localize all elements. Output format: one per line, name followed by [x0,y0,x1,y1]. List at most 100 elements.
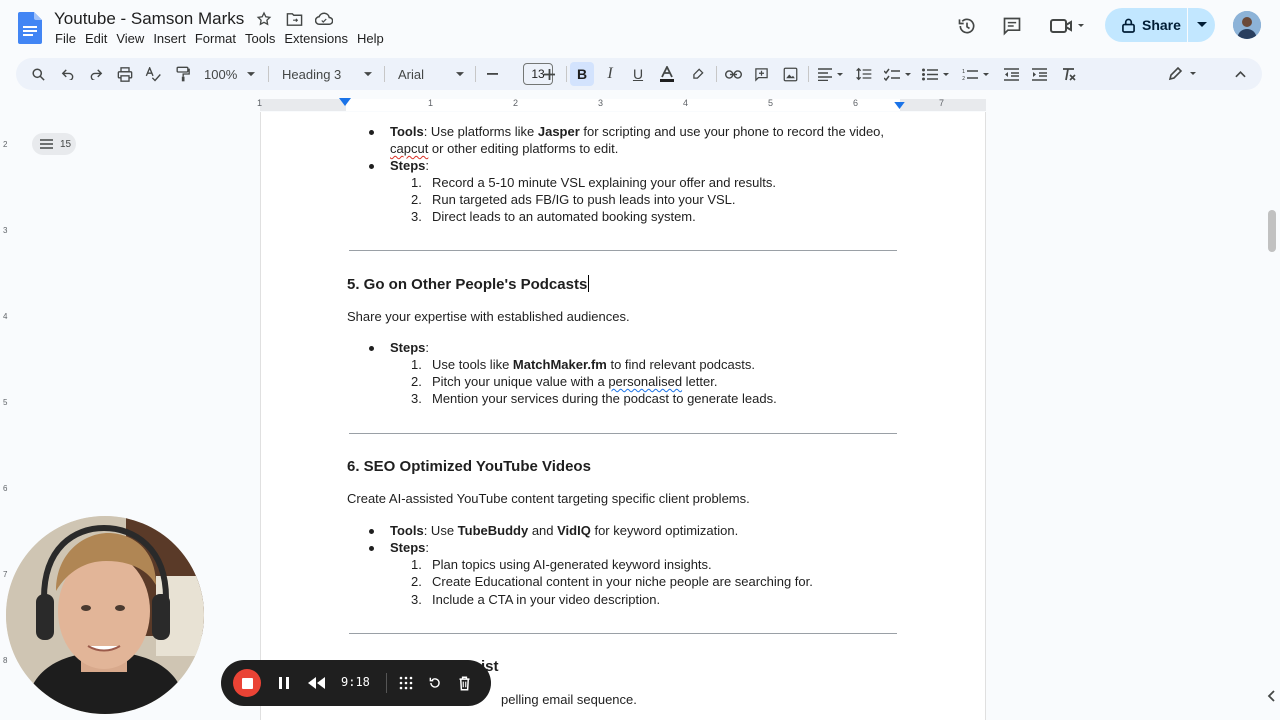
numbered-item: 1. [411,357,422,372]
menu-format[interactable]: Format [195,31,243,46]
highlight-color-icon[interactable] [688,62,708,86]
numbered-item-text: Create Educational content in your niche… [432,574,813,589]
horizontal-rule [349,433,897,434]
numbered-item-text: Run targeted ads FB/IG to push leads int… [432,192,736,207]
side-panel-toggle-icon[interactable] [1262,684,1280,708]
meet-icon[interactable] [1048,14,1088,38]
bold-icon[interactable]: B [570,62,594,86]
right-indent-marker-icon[interactable] [894,102,905,109]
zoom-dropdown[interactable]: 100% [204,62,260,86]
comments-icon[interactable] [1000,14,1024,38]
paragraph: Share your expertise with established au… [347,309,630,324]
document-page[interactable]: Tools: Use platforms like Jasper for scr… [260,112,986,720]
restart-icon[interactable] [424,672,446,694]
font-value: Arial [398,66,425,82]
document-outline-button[interactable]: 15 [32,133,76,155]
text-color-icon[interactable] [657,62,677,86]
section-heading: 6. SEO Optimized YouTube Videos [347,458,591,475]
numbered-item: 1. [411,175,422,190]
svg-text:1: 1 [962,69,965,75]
menu-edit[interactable]: Edit [85,31,114,46]
editing-mode-icon[interactable] [1166,62,1200,86]
list-item: Steps: [368,340,430,355]
recording-timer: 9:18 [341,675,370,689]
numbered-item-text: Plan topics using AI-generated keyword i… [432,557,712,572]
share-dropdown-icon[interactable] [1188,22,1215,28]
chevron-down-icon [247,71,256,76]
ruler-number: 1 [428,98,434,108]
list-item: Tools: Use TubeBuddy and VidIQ for keywo… [368,523,739,538]
horizontal-ruler: 1 1 2 3 4 5 6 7 [0,96,1280,112]
clear-formatting-icon[interactable] [1058,62,1078,86]
docs-logo-icon[interactable] [18,12,42,44]
menu-help[interactable]: Help [357,31,391,46]
ruler-number: 4 [683,98,689,108]
redo-icon[interactable] [86,62,106,86]
italic-icon[interactable]: I [600,62,620,86]
spellcheck-icon[interactable] [143,62,163,86]
outline-list-icon [40,139,53,149]
numbered-item-text: Include a CTA in your video description. [432,592,661,607]
underline-icon[interactable]: U [628,62,648,86]
numbered-list-icon[interactable]: 12 [960,62,992,86]
ruler-number: 2 [513,98,519,108]
horizontal-rule [349,250,897,251]
search-menus-icon[interactable] [28,62,48,86]
svg-text:2: 2 [962,76,965,81]
collapse-menus-icon[interactable] [1230,62,1250,86]
webcam-overlay [6,516,204,714]
pause-icon[interactable] [273,672,295,694]
version-history-icon[interactable] [955,14,979,38]
line-spacing-icon[interactable] [854,62,874,86]
star-icon[interactable] [254,9,274,29]
numbered-item: 3. [411,592,422,607]
increase-font-size-icon[interactable] [541,62,557,86]
print-icon[interactable] [115,62,135,86]
delete-icon[interactable] [453,672,475,694]
move-folder-icon[interactable] [284,9,304,29]
increase-indent-icon[interactable] [1029,62,1049,86]
menu-bar: File Edit View Insert Format Tools Exten… [55,31,393,46]
decrease-font-size-icon[interactable] [484,62,500,86]
paragraph-style-dropdown[interactable]: Heading 3 [282,62,374,86]
checklist-icon[interactable] [882,62,914,86]
grid-dots-icon[interactable] [395,672,417,694]
menu-tools[interactable]: Tools [245,31,282,46]
menu-view[interactable]: View [116,31,151,46]
list-item: Steps: [368,540,430,555]
align-dropdown-icon[interactable] [816,62,846,86]
numbered-item: 2. [411,574,422,589]
ruler-number: 7 [3,570,8,579]
insert-image-icon[interactable] [780,62,800,86]
left-indent-marker-icon[interactable] [339,98,351,107]
menu-extensions[interactable]: Extensions [284,31,355,46]
paragraph-partial: pelling email sequence. [501,692,637,707]
doc-title[interactable]: Youtube - Samson Marks [54,9,244,29]
ruler-number: 6 [853,98,859,108]
insert-comment-icon[interactable] [751,62,771,86]
menu-insert[interactable]: Insert [153,31,193,46]
numbered-item-text: Use tools like MatchMaker.fm to find rel… [432,357,755,372]
horizontal-rule [349,633,897,634]
share-button[interactable]: Share [1105,8,1215,42]
numbered-item-text: Pitch your unique value with a personali… [432,374,718,389]
cloud-status-icon[interactable] [314,9,334,29]
undo-icon[interactable] [58,62,78,86]
stop-recording-button[interactable] [233,669,261,697]
decrease-indent-icon[interactable] [1001,62,1021,86]
ruler-number: 7 [939,98,945,108]
font-dropdown[interactable]: Arial [398,62,466,86]
insert-link-icon[interactable] [723,62,743,86]
avatar[interactable] [1233,11,1261,39]
numbered-item: 2. [411,192,422,207]
paint-format-icon[interactable] [172,62,192,86]
zoom-value: 100% [204,66,238,82]
numbered-item-text: Direct leads to an automated booking sys… [432,209,696,224]
chevron-down-icon [364,71,372,76]
vertical-scrollbar[interactable] [1268,210,1276,252]
list-item: Steps: [368,158,430,173]
bulleted-list-icon[interactable] [920,62,952,86]
rewind-icon[interactable] [305,672,327,694]
paragraph: Create AI-assisted YouTube content targe… [347,491,750,506]
menu-file[interactable]: File [55,31,83,46]
